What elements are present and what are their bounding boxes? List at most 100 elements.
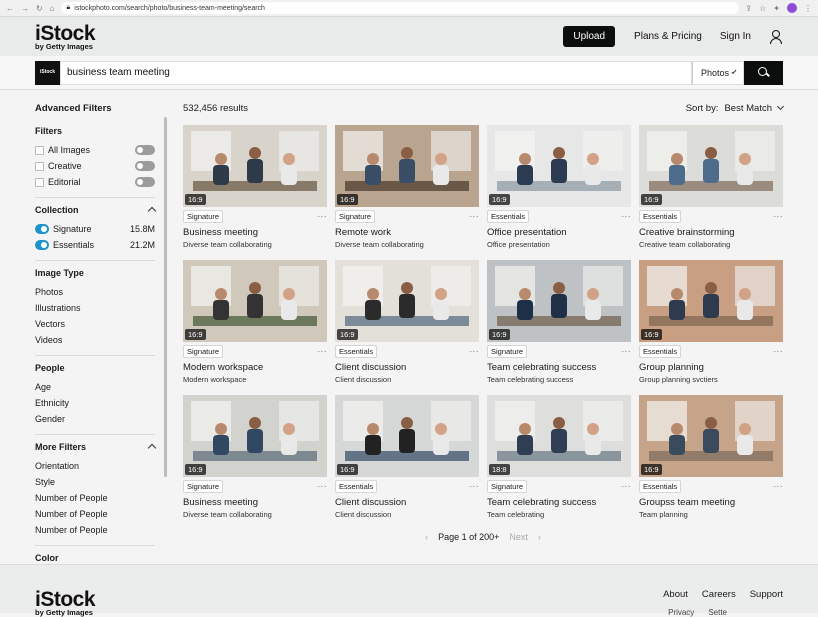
result-thumbnail[interactable]: 16:9 xyxy=(183,125,327,207)
result-thumbnail[interactable]: 16:9 xyxy=(639,125,783,207)
chevron-up-icon[interactable] xyxy=(147,443,157,453)
result-thumbnail[interactable]: 16:9 xyxy=(183,395,327,477)
card-title[interactable]: Client discussion xyxy=(335,497,479,508)
result-thumbnail[interactable]: 16:9 xyxy=(487,125,631,207)
image-type-photos[interactable]: Photos xyxy=(35,284,167,300)
more-options-icon[interactable]: ··· xyxy=(774,212,784,221)
more-number-of-people[interactable]: Number of People xyxy=(35,506,167,522)
back-icon[interactable]: ← xyxy=(6,4,14,13)
filter-toggle[interactable] xyxy=(135,177,155,187)
next-page-icon[interactable]: › xyxy=(538,532,541,542)
footer-link-about[interactable]: About xyxy=(663,589,688,600)
card-title[interactable]: Groupss team meeting xyxy=(639,497,783,508)
chevron-up-icon[interactable] xyxy=(147,206,157,216)
card-title[interactable]: Team celebrating success xyxy=(487,497,631,508)
next-page-link[interactable]: Next xyxy=(509,532,528,542)
reload-icon[interactable]: ↻ xyxy=(36,4,43,13)
footer-link-support[interactable]: Support xyxy=(750,589,783,600)
people-age[interactable]: Age xyxy=(35,379,167,395)
menu-icon[interactable]: ⋮ xyxy=(804,4,812,13)
more-options-icon[interactable]: ··· xyxy=(318,347,328,356)
people-heading[interactable]: People xyxy=(35,363,167,373)
checkbox[interactable] xyxy=(35,177,44,187)
more-number-of-people[interactable]: Number of People xyxy=(35,490,167,506)
collection-signature[interactable]: Signature 15.8M xyxy=(35,221,167,237)
sign-in-link[interactable]: Sign In xyxy=(720,31,751,42)
sort-dropdown[interactable]: Sort by: Best Match xyxy=(686,103,785,114)
filter-toggle[interactable] xyxy=(135,145,155,155)
footer-link-careers[interactable]: Careers xyxy=(702,589,736,600)
filter-toggle[interactable] xyxy=(135,161,155,171)
result-thumbnail[interactable]: 18:8 xyxy=(487,395,631,477)
home-icon[interactable]: ⌂ xyxy=(50,4,55,13)
result-card[interactable]: 16:9 Signature ··· Remote work Diverse team … xyxy=(335,125,479,260)
more-filters-heading[interactable]: More Filters xyxy=(35,442,167,453)
result-thumbnail[interactable]: 16:9 xyxy=(335,125,479,207)
more-style[interactable]: Style xyxy=(35,474,167,490)
filter-creative[interactable]: Creative xyxy=(35,158,167,174)
search-button[interactable] xyxy=(744,60,783,85)
image-type-vectors[interactable]: Vectors xyxy=(35,316,167,332)
card-title[interactable]: Team celebrating success xyxy=(487,362,631,373)
result-thumbnail[interactable]: 16:9 xyxy=(335,395,479,477)
more-options-icon[interactable]: ··· xyxy=(622,347,632,356)
more-options-icon[interactable]: ··· xyxy=(470,212,480,221)
more-options-icon[interactable]: ··· xyxy=(318,482,328,491)
site-logo[interactable]: iStock by Getty Images xyxy=(35,23,96,51)
checkbox[interactable] xyxy=(35,161,44,171)
more-options-icon[interactable]: ··· xyxy=(774,482,784,491)
result-thumbnail[interactable]: 16:9 xyxy=(487,260,631,342)
extension-icon[interactable]: ✦ xyxy=(773,4,780,13)
address-bar[interactable]: 🔒︎ istockphoto.com/search/photo/business… xyxy=(60,2,740,14)
plans-pricing-link[interactable]: Plans & Pricing xyxy=(634,31,702,42)
filter-all-images[interactable]: All Images xyxy=(35,142,167,158)
more-options-icon[interactable]: ··· xyxy=(622,212,632,221)
forward-icon[interactable]: → xyxy=(21,4,29,13)
card-title[interactable]: Creative brainstorming xyxy=(639,227,783,238)
card-title[interactable]: Client discussion xyxy=(335,362,479,373)
card-title[interactable]: Group planning xyxy=(639,362,783,373)
result-card[interactable]: 18:8 Signature ··· Team celebrating success… xyxy=(487,395,631,530)
more-orientation[interactable]: Orientation xyxy=(35,458,167,474)
more-options-icon[interactable]: ··· xyxy=(318,212,328,221)
image-type-videos[interactable]: Videos xyxy=(35,332,167,348)
image-type-illustrations[interactable]: Illustrations xyxy=(35,300,167,316)
profile-avatar[interactable] xyxy=(787,3,797,13)
result-thumbnail[interactable]: 16:9 xyxy=(639,395,783,477)
card-title[interactable]: Business meeting xyxy=(183,227,327,238)
card-title[interactable]: Office presentation xyxy=(487,227,631,238)
card-title[interactable]: Business meeting xyxy=(183,497,327,508)
result-card[interactable]: 16:9 Essentials ··· Client discussion Client… xyxy=(335,260,479,395)
prev-page-icon[interactable]: ‹ xyxy=(425,532,428,542)
result-card[interactable]: 16:9 Signature ··· Business meeting Diverse … xyxy=(183,125,327,260)
footer-logo[interactable]: iStock by Getty Images xyxy=(35,589,96,617)
card-title[interactable]: Remote work xyxy=(335,227,479,238)
result-thumbnail[interactable]: 16:9 xyxy=(183,260,327,342)
collection-essentials[interactable]: Essentials 21.2M xyxy=(35,237,167,253)
collection-heading[interactable]: Collection xyxy=(35,205,167,216)
advanced-filters-title[interactable]: Advanced Filters xyxy=(35,103,167,114)
signature-toggle[interactable] xyxy=(35,224,49,234)
result-card[interactable]: 16:9 Essentials ··· Groupss team meeting Tea… xyxy=(639,395,783,530)
sidebar-scrollbar[interactable] xyxy=(164,117,167,477)
people-gender[interactable]: Gender xyxy=(35,411,167,427)
star-icon[interactable]: ☆ xyxy=(759,4,766,13)
color-heading[interactable]: Color xyxy=(35,553,167,563)
essentials-toggle[interactable] xyxy=(35,240,49,250)
result-thumbnail[interactable]: 16:9 xyxy=(639,260,783,342)
more-options-icon[interactable]: ··· xyxy=(622,482,632,491)
more-options-icon[interactable]: ··· xyxy=(774,347,784,356)
media-type-select[interactable]: Photos xyxy=(692,60,744,85)
people-ethnicity[interactable]: Ethnicity xyxy=(35,395,167,411)
share-icon[interactable]: ⇪ xyxy=(745,4,752,13)
result-card[interactable]: 16:9 Essentials ··· Client discussion Client… xyxy=(335,395,479,530)
more-options-icon[interactable]: ··· xyxy=(470,347,480,356)
upload-button[interactable]: Upload xyxy=(563,26,616,47)
result-card[interactable]: 16:9 Signature ··· Modern workspace Modern w… xyxy=(183,260,327,395)
result-card[interactable]: 16:9 Essentials ··· Office presentation Offi… xyxy=(487,125,631,260)
card-title[interactable]: Modern workspace xyxy=(183,362,327,373)
filter-editorial[interactable]: Editorial xyxy=(35,174,167,190)
user-icon[interactable] xyxy=(769,29,783,44)
checkbox[interactable] xyxy=(35,145,44,155)
result-card[interactable]: 16:9 Signature ··· Team celebrating success… xyxy=(487,260,631,395)
